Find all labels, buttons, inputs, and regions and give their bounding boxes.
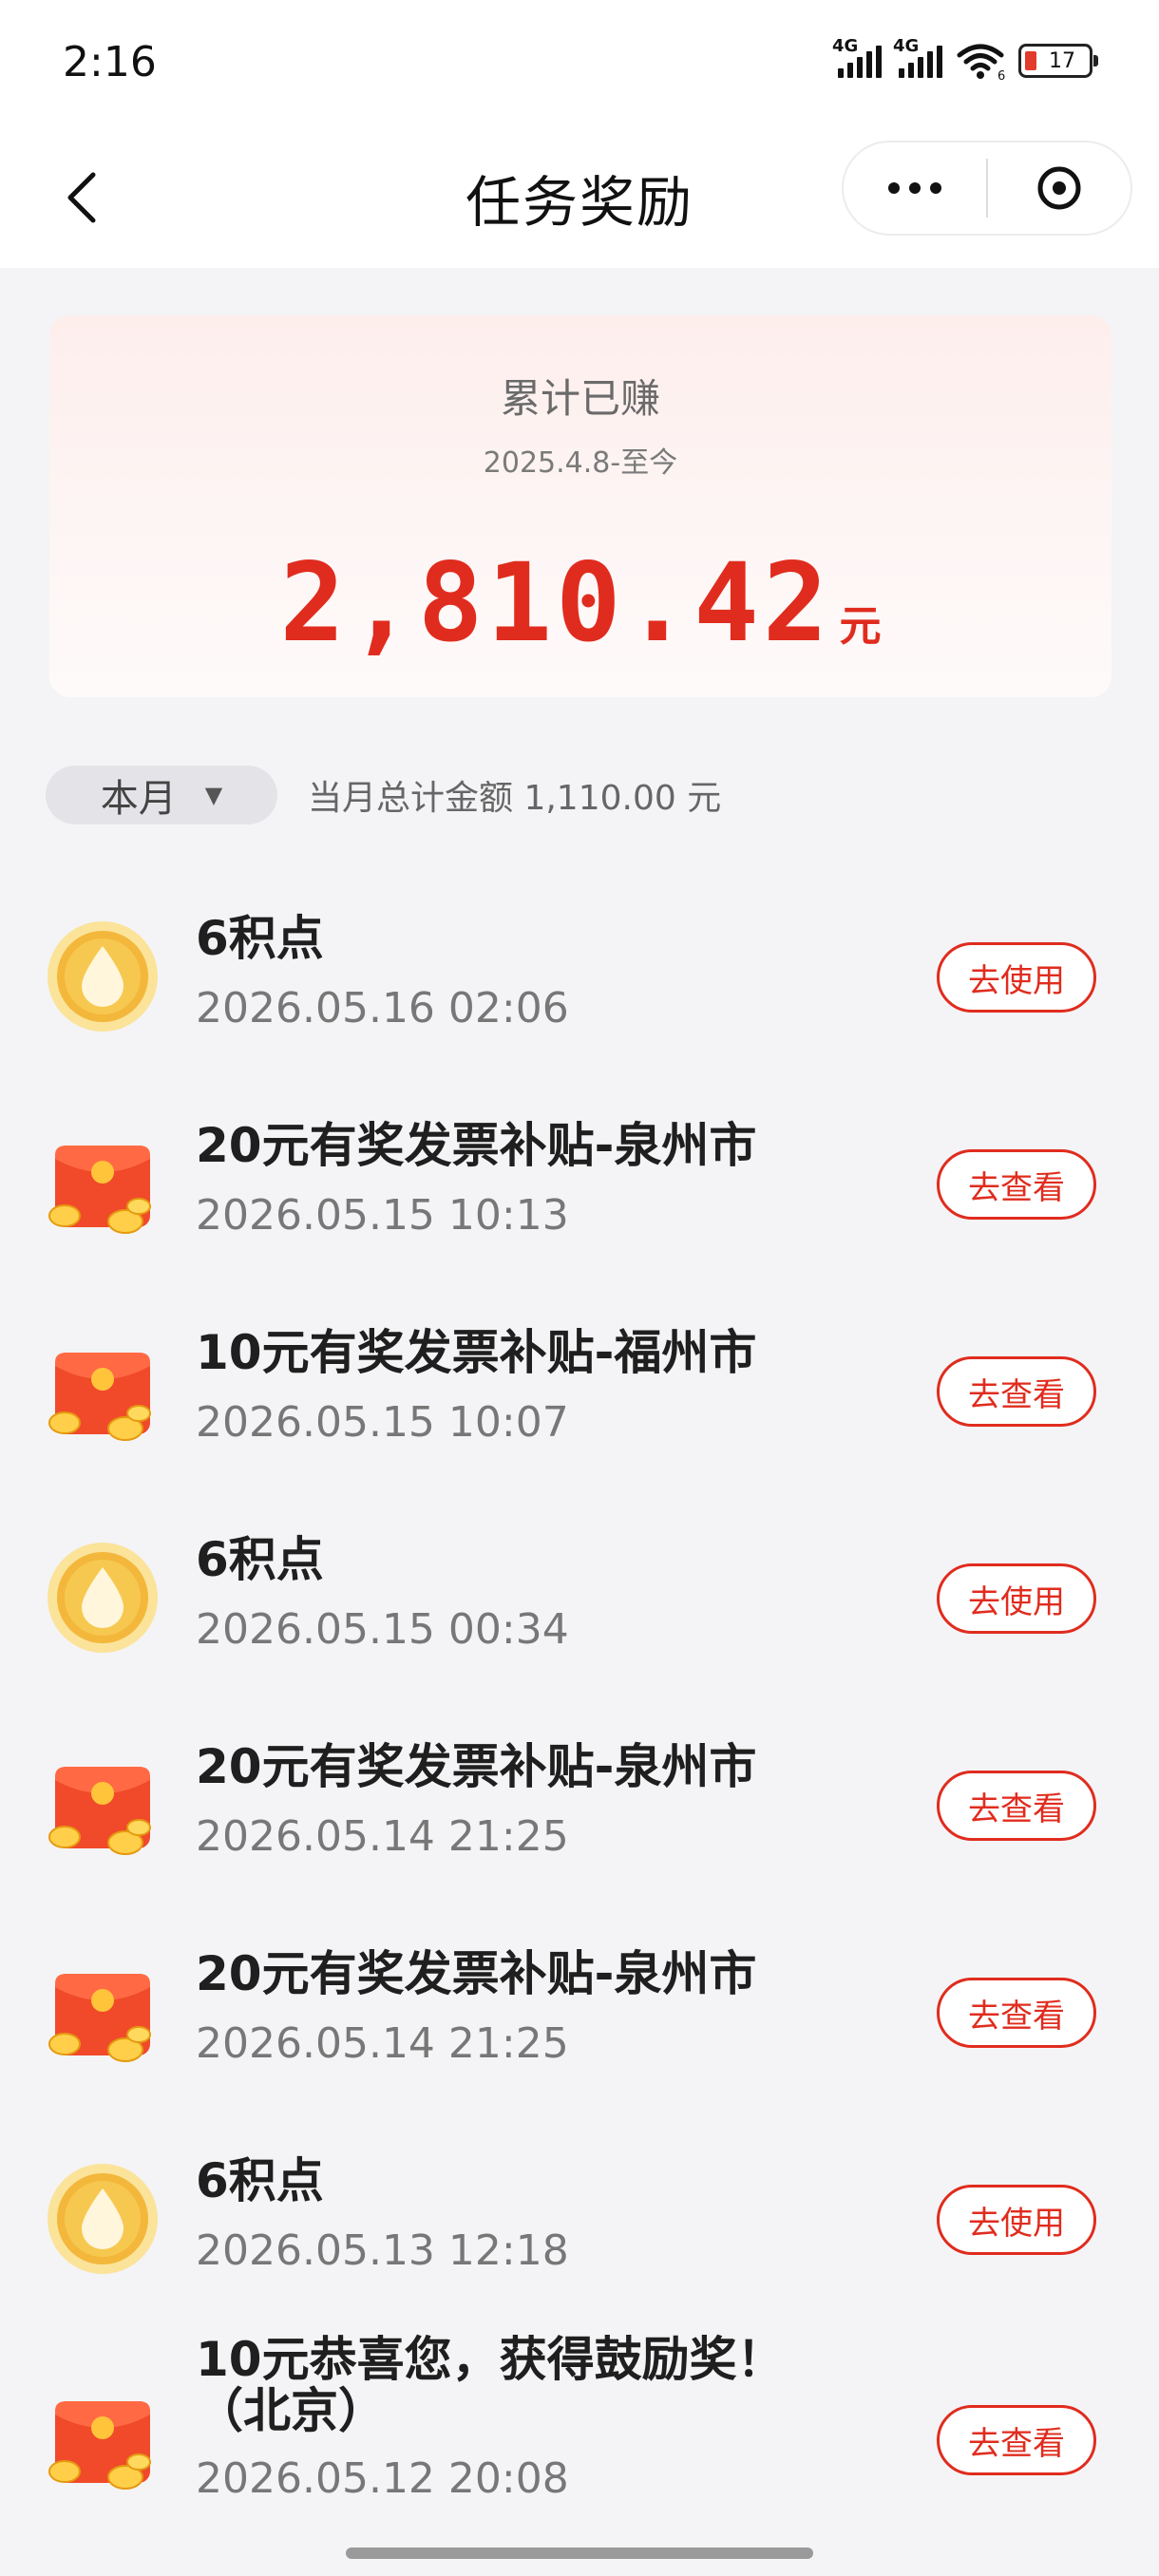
reward-title: 20元有奖发票补贴-泉州市 [196, 1118, 757, 1173]
reward-time: 2026.05.15 10:13 [196, 1191, 569, 1240]
reward-time: 2026.05.13 12:18 [196, 2226, 569, 2275]
reward-time: 2026.05.14 21:25 [196, 2019, 569, 2068]
reward-title: 20元有奖发票补贴-泉州市 [196, 1946, 757, 2001]
view-button[interactable]: 去查看 [937, 1978, 1096, 2048]
reward-time: 2026.05.16 02:06 [196, 984, 569, 1032]
reward-time: 2026.05.15 10:07 [196, 1398, 569, 1447]
status-bar: 2:16 4G 4G 6 17 [0, 0, 1159, 133]
month-total-amount: 当月总计金额 1,110.00 元 [308, 779, 722, 818]
more-dots-icon [888, 182, 941, 194]
reward-row: 6积点 2026.05.16 02:06 去使用 [0, 883, 1159, 1073]
status-time: 2:16 [63, 38, 157, 86]
use-button[interactable]: 去使用 [937, 1563, 1096, 1634]
more-button[interactable] [844, 142, 986, 234]
red-envelope-icon [46, 1334, 160, 1448]
close-circle-icon [1037, 166, 1081, 210]
red-envelope-icon [46, 1127, 160, 1241]
status-icons: 4G 4G 6 17 [832, 36, 1098, 82]
filter-row: 本月 ▼ 当月总计金额 1,110.00 元 [46, 766, 721, 824]
reward-time: 2026.05.15 00:34 [196, 1605, 569, 1654]
summary-label: 累计已赚 [500, 375, 660, 422]
reward-row: 20元有奖发票补贴-泉州市 2026.05.15 10:13 去查看 [0, 1090, 1159, 1280]
reward-row: 10元有奖发票补贴-福州市 2026.05.15 10:07 去查看 [0, 1297, 1159, 1487]
reward-title: 6积点 [196, 911, 324, 966]
summary-amount-row: 2,810.42 元 [49, 540, 1112, 666]
earnings-summary-card: 累计已赚 2025.4.8-至今 2,810.42 元 [49, 315, 1112, 697]
reward-title-line2: （北京） [196, 2383, 386, 2438]
caret-down-icon: ▼ [204, 782, 223, 808]
points-drop-icon [46, 1541, 160, 1655]
total-earned-amount: 2,810.42 [279, 540, 832, 666]
reward-row: 10元恭喜您，获得鼓励奖！ （北京） 2026.05.12 20:08 去查看 [0, 2333, 1159, 2523]
red-envelope-icon [46, 1955, 160, 2069]
mini-program-capsule [842, 141, 1132, 236]
reward-title: 6积点 [196, 2153, 324, 2208]
reward-row: 6积点 2026.05.15 00:34 去使用 [0, 1505, 1159, 1695]
cellular-signal-icon-2: 4G [893, 36, 942, 78]
reward-row: 20元有奖发票补贴-泉州市 2026.05.14 21:25 去查看 [0, 1712, 1159, 1902]
summary-date-range: 2025.4.8-至今 [483, 446, 678, 480]
close-button[interactable] [988, 142, 1130, 234]
red-envelope-icon [46, 2382, 160, 2496]
home-indicator [346, 2548, 813, 2559]
reward-title: 6积点 [196, 1532, 324, 1587]
reward-title: 10元恭喜您，获得鼓励奖！ [196, 2332, 785, 2387]
reward-title: 10元有奖发票补贴-福州市 [196, 1325, 757, 1380]
view-button[interactable]: 去查看 [937, 2405, 1096, 2475]
points-drop-icon [46, 919, 160, 1033]
amount-unit: 元 [839, 602, 882, 651]
network-type-label-2: 4G [893, 36, 920, 56]
reward-row: 20元有奖发票补贴-泉州市 2026.05.14 21:25 去查看 [0, 1919, 1159, 2109]
red-envelope-icon [46, 1748, 160, 1862]
use-button[interactable]: 去使用 [937, 942, 1096, 1013]
month-filter-dropdown[interactable]: 本月 ▼ [46, 766, 277, 824]
use-button[interactable]: 去使用 [937, 2185, 1096, 2255]
wifi-icon: 6 [957, 44, 1005, 80]
reward-time: 2026.05.12 20:08 [196, 2454, 569, 2503]
cellular-signal-icon: 4G [832, 36, 882, 78]
view-button[interactable]: 去查看 [937, 1771, 1096, 1841]
battery-icon: 17 [1018, 44, 1098, 78]
reward-row: 6积点 2026.05.13 12:18 去使用 [0, 2126, 1159, 2316]
network-type-label: 4G [832, 36, 859, 56]
points-drop-icon [46, 2162, 160, 2276]
wifi-badge: 6 [998, 69, 1005, 80]
nav-bar: 任务奖励 [0, 133, 1159, 268]
month-filter-label: 本月 [100, 777, 177, 821]
view-button[interactable]: 去查看 [937, 1356, 1096, 1427]
view-button[interactable]: 去查看 [937, 1149, 1096, 1220]
reward-time: 2026.05.14 21:25 [196, 1812, 569, 1861]
battery-level: 17 [1049, 48, 1075, 73]
reward-title: 20元有奖发票补贴-泉州市 [196, 1739, 757, 1794]
